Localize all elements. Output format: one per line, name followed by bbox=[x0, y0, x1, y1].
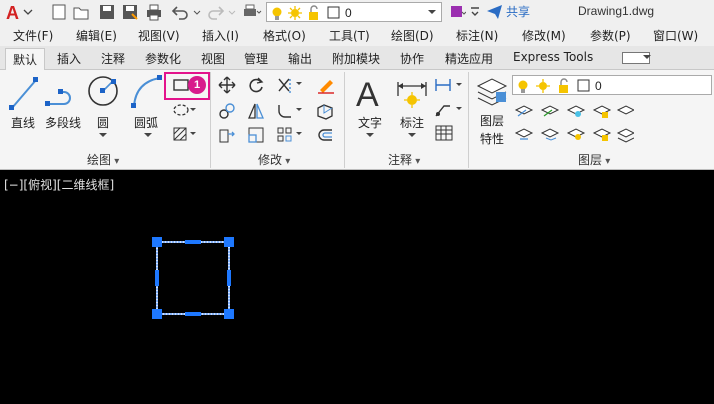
annotation-panel-label[interactable]: 注释 bbox=[388, 151, 420, 168]
selected-rectangle[interactable] bbox=[150, 235, 236, 321]
undo-icon[interactable] bbox=[170, 3, 188, 21]
dimension-dropdown-icon[interactable] bbox=[407, 132, 417, 140]
polyline-button[interactable]: 多段线 bbox=[45, 114, 81, 131]
layers-panel-label[interactable]: 图层 bbox=[578, 151, 610, 168]
circle-dropdown-icon[interactable] bbox=[98, 132, 108, 140]
step-badge: 1 bbox=[188, 76, 206, 94]
mirror-icon[interactable] bbox=[247, 102, 265, 120]
dimension-icon[interactable] bbox=[394, 76, 430, 110]
menu-format[interactable]: 格式(O) bbox=[263, 27, 306, 44]
erase-icon[interactable] bbox=[316, 76, 336, 94]
layer-properties-label-2[interactable]: 特性 bbox=[480, 130, 504, 147]
polyline-icon[interactable] bbox=[44, 78, 80, 110]
menu-edit[interactable]: 编辑(E) bbox=[76, 27, 117, 44]
tab-default[interactable]: 默认 bbox=[5, 48, 46, 70]
stretch-icon[interactable] bbox=[218, 126, 236, 144]
share-button[interactable]: 共享 bbox=[506, 3, 530, 20]
linear-dim-icon[interactable] bbox=[434, 76, 464, 94]
text-dropdown-icon[interactable] bbox=[365, 132, 375, 140]
draw-panel-label[interactable]: 绘图 bbox=[87, 151, 119, 168]
menu-modify[interactable]: 修改(M) bbox=[522, 27, 566, 44]
layer-properties-label-1[interactable]: 图层 bbox=[480, 112, 504, 129]
ribbon-panels: 直线 多段线 圆 圆弧 绘图 ▾ 修改 ▾ A 文字 标注 注释 ▾ 图层 特性… bbox=[0, 70, 714, 170]
save-as-icon[interactable] bbox=[121, 3, 139, 21]
circle-icon[interactable] bbox=[86, 74, 120, 108]
explode-icon[interactable] bbox=[316, 102, 336, 120]
menu-window[interactable]: 窗口(W) bbox=[653, 27, 698, 44]
layer-properties-icon[interactable] bbox=[476, 76, 510, 108]
tab-parametric[interactable]: 参数化 bbox=[145, 50, 181, 67]
layer-list-dropdown[interactable]: 0 bbox=[512, 75, 712, 95]
panel-divider bbox=[468, 72, 469, 168]
layer-properties-icon[interactable] bbox=[448, 3, 467, 21]
leader-icon[interactable] bbox=[434, 100, 464, 118]
trim-icon[interactable] bbox=[276, 76, 304, 94]
line-button[interactable]: 直线 bbox=[11, 114, 35, 131]
application-menu-button[interactable]: A bbox=[4, 1, 34, 23]
scale-icon[interactable] bbox=[247, 126, 265, 144]
rotate-icon[interactable] bbox=[247, 76, 265, 94]
tab-featured-apps[interactable]: 精选应用 bbox=[445, 50, 493, 67]
layer-dropdown[interactable]: 0 bbox=[266, 2, 442, 22]
share-icon bbox=[487, 5, 502, 19]
menu-parameters[interactable]: 参数(P) bbox=[590, 27, 631, 44]
panel-divider bbox=[344, 72, 345, 168]
menu-file[interactable]: 文件(F) bbox=[13, 27, 53, 44]
arc-dropdown-icon[interactable] bbox=[143, 132, 153, 140]
arc-button[interactable]: 圆弧 bbox=[134, 114, 158, 131]
document-title: Drawing1.dwg bbox=[578, 4, 655, 18]
tab-addins[interactable]: 附加模块 bbox=[332, 50, 380, 67]
drawing-canvas[interactable]: [−][俯视][二维线框] bbox=[0, 171, 714, 404]
plot-icon[interactable] bbox=[242, 3, 262, 21]
tab-insert[interactable]: 插入 bbox=[57, 50, 81, 67]
move-icon[interactable] bbox=[218, 76, 236, 94]
menu-insert[interactable]: 插入(I) bbox=[202, 27, 239, 44]
tab-view[interactable]: 视图 bbox=[201, 50, 225, 67]
tab-manage[interactable]: 管理 bbox=[244, 50, 268, 67]
redo-icon[interactable] bbox=[204, 3, 225, 21]
ribbon-tabs: 默认 插入 注释 参数化 视图 管理 输出 附加模块 协作 精选应用 Expre… bbox=[0, 46, 714, 70]
line-icon[interactable] bbox=[8, 76, 40, 112]
layer-tools-row2[interactable] bbox=[514, 125, 634, 143]
print-icon[interactable] bbox=[145, 3, 163, 21]
tab-annotate[interactable]: 注释 bbox=[101, 50, 125, 67]
chevron-down-icon bbox=[643, 55, 651, 59]
tab-express-tools[interactable]: Express Tools bbox=[513, 50, 593, 64]
viewport-controls[interactable]: [−][俯视][二维线框] bbox=[4, 176, 114, 193]
table-icon[interactable] bbox=[434, 124, 454, 142]
fillet-icon[interactable] bbox=[276, 102, 304, 120]
text-icon[interactable]: A bbox=[354, 76, 386, 110]
tab-collaborate[interactable]: 协作 bbox=[400, 50, 424, 67]
layer-current-value: 0 bbox=[345, 6, 352, 20]
panel-divider bbox=[210, 72, 211, 168]
text-button[interactable]: 文字 bbox=[358, 114, 382, 131]
copy-icon[interactable] bbox=[218, 102, 236, 120]
arc-icon[interactable] bbox=[130, 74, 166, 110]
open-icon[interactable] bbox=[72, 3, 90, 21]
offset-icon[interactable] bbox=[316, 126, 336, 144]
array-icon[interactable] bbox=[276, 126, 304, 144]
title-bar: A 0 共享 Drawing1.dwg bbox=[0, 0, 714, 24]
layer-list-value: 0 bbox=[595, 79, 602, 93]
customize-qat-icon[interactable] bbox=[468, 3, 486, 21]
svg-text:A: A bbox=[6, 3, 19, 23]
ellipse-icon[interactable] bbox=[172, 102, 198, 118]
modify-panel-label[interactable]: 修改 bbox=[258, 151, 290, 168]
tab-output[interactable]: 输出 bbox=[288, 50, 312, 67]
layer-tools-row1[interactable] bbox=[514, 102, 634, 120]
hatch-icon[interactable] bbox=[172, 126, 198, 142]
menu-draw[interactable]: 绘图(D) bbox=[391, 27, 434, 44]
svg-text:A: A bbox=[356, 76, 379, 110]
dimension-button[interactable]: 标注 bbox=[400, 114, 424, 131]
new-icon[interactable] bbox=[50, 3, 68, 21]
circle-button[interactable]: 圆 bbox=[97, 114, 109, 131]
menu-bar: 文件(F) 编辑(E) 视图(V) 插入(I) 格式(O) 工具(T) 绘图(D… bbox=[0, 24, 714, 46]
menu-view[interactable]: 视图(V) bbox=[138, 27, 180, 44]
save-icon[interactable] bbox=[98, 3, 116, 21]
menu-tools[interactable]: 工具(T) bbox=[329, 27, 370, 44]
menu-dimension[interactable]: 标注(N) bbox=[456, 27, 498, 44]
